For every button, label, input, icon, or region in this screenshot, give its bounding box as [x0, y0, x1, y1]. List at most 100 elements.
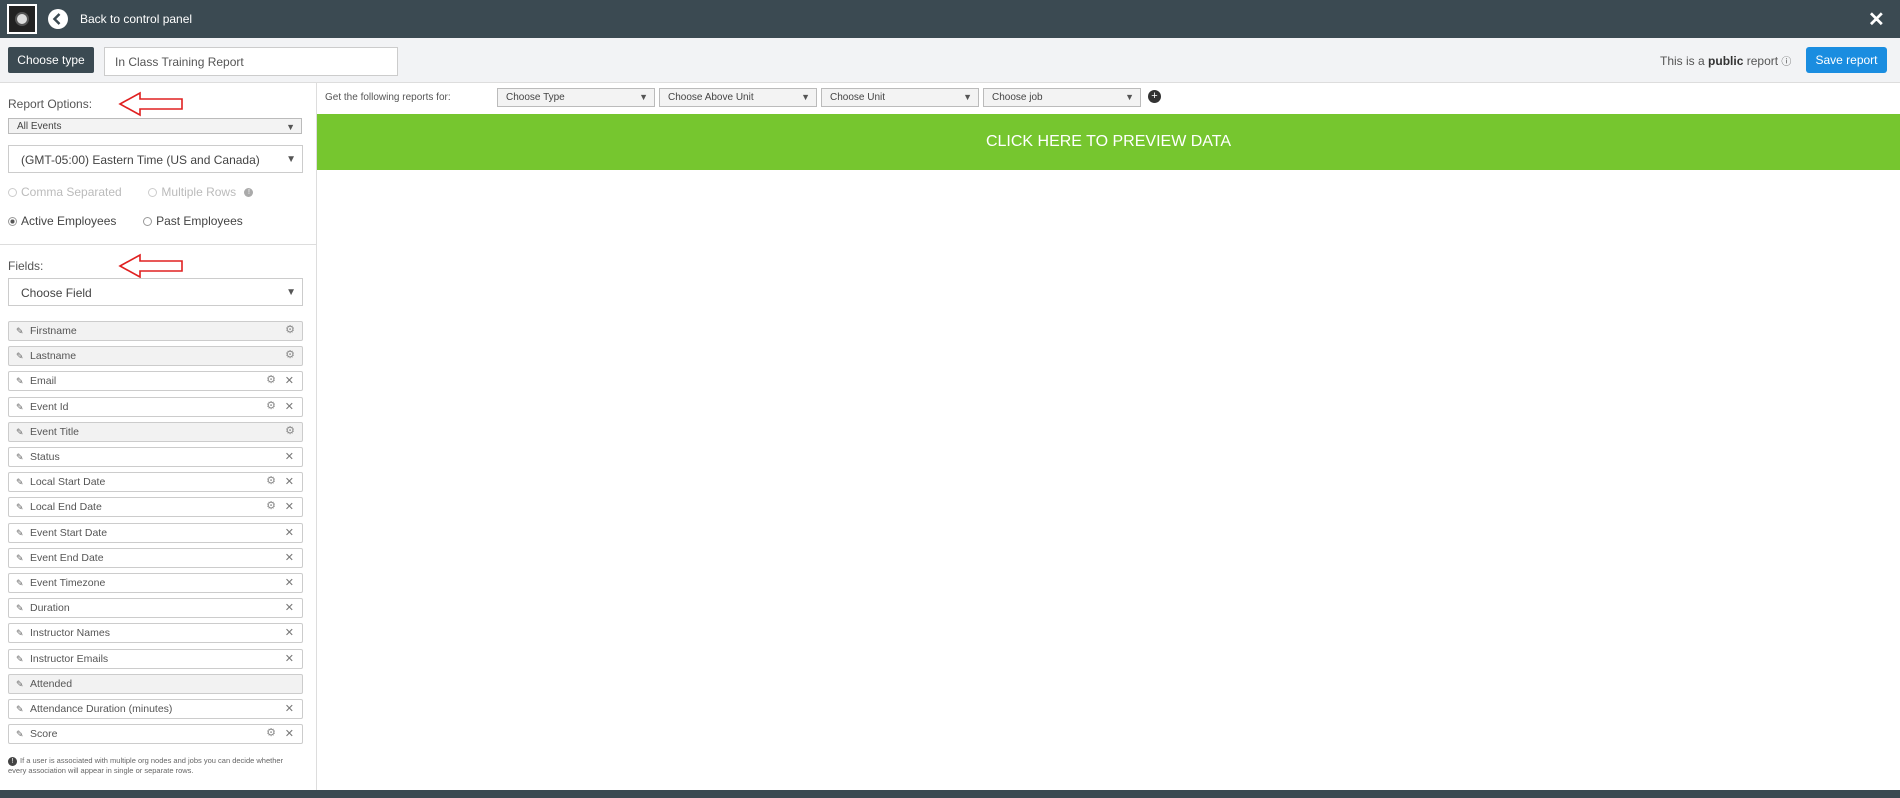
- app-logo[interactable]: [7, 4, 37, 34]
- chevron-down-icon: ▼: [639, 92, 648, 102]
- field-label: Email: [30, 375, 57, 388]
- chevron-down-icon: ▼: [286, 287, 296, 298]
- field-item[interactable]: ✎ Local End Date ⚙ ✕: [8, 497, 303, 518]
- save-report-button[interactable]: Save report: [1806, 47, 1887, 73]
- report-title-input[interactable]: [104, 47, 398, 76]
- edit-pencil-icon[interactable]: ✎: [16, 650, 24, 668]
- field-item[interactable]: ✎ Lastname ⚙: [8, 346, 303, 367]
- edit-pencil-icon[interactable]: ✎: [16, 524, 24, 542]
- field-label: Attendance Duration (minutes): [30, 703, 173, 715]
- edit-pencil-icon[interactable]: ✎: [16, 675, 24, 693]
- field-label: Instructor Emails: [30, 652, 109, 665]
- remove-field-icon[interactable]: ✕: [285, 650, 294, 668]
- top-bar: Back to control panel ✕: [0, 0, 1900, 38]
- chevron-down-icon: ▼: [963, 92, 972, 102]
- remove-field-icon[interactable]: ✕: [285, 574, 294, 592]
- remove-field-icon[interactable]: ✕: [285, 372, 294, 390]
- chevron-down-icon: ▼: [286, 154, 296, 165]
- past-employees-radio[interactable]: [143, 217, 153, 227]
- chevron-down-icon: ▼: [1125, 92, 1134, 102]
- field-label: Firstname: [30, 325, 77, 337]
- employee-options: Active Employees Past Employees: [8, 214, 243, 228]
- edit-pencil-icon[interactable]: ✎: [16, 347, 24, 365]
- remove-field-icon[interactable]: ✕: [285, 448, 294, 466]
- timezone-select[interactable]: (GMT-05:00) Eastern Time (US and Canada)…: [8, 145, 303, 173]
- edit-pencil-icon[interactable]: ✎: [16, 700, 24, 718]
- visibility-text: This is a public report ⓘ: [1660, 54, 1792, 68]
- events-select[interactable]: All Events ▼: [8, 118, 302, 134]
- remove-field-icon[interactable]: ✕: [285, 398, 294, 416]
- edit-pencil-icon[interactable]: ✎: [16, 372, 24, 390]
- remove-field-icon[interactable]: ✕: [285, 473, 294, 491]
- settings-gear-icon[interactable]: ⚙: [285, 346, 295, 364]
- remove-field-icon[interactable]: ✕: [285, 498, 294, 516]
- chevron-down-icon: ▼: [286, 122, 295, 132]
- add-filter-icon[interactable]: +: [1148, 90, 1161, 103]
- close-icon[interactable]: ✕: [1868, 7, 1885, 32]
- field-item[interactable]: ✎ Local Start Date ⚙ ✕: [8, 472, 303, 493]
- report-options-sidebar: Report Options: All Events ▼ (GMT-05:00) …: [0, 83, 317, 790]
- multiple-rows-note: ! If a user is associated with multiple o…: [8, 756, 284, 775]
- edit-pencil-icon[interactable]: ✎: [16, 448, 24, 466]
- choose-type-button[interactable]: Choose type: [8, 47, 94, 73]
- field-label: Duration: [30, 602, 70, 615]
- field-item[interactable]: ✎ Event Id ⚙ ✕: [8, 396, 303, 417]
- visibility-value[interactable]: public: [1708, 54, 1743, 68]
- edit-pencil-icon[interactable]: ✎: [16, 423, 24, 441]
- settings-gear-icon[interactable]: ⚙: [266, 724, 276, 742]
- settings-gear-icon[interactable]: ⚙: [285, 321, 295, 339]
- choose-job-filter[interactable]: Choose job ▼: [983, 88, 1141, 107]
- field-item[interactable]: ✎ Instructor Names ✕: [8, 623, 303, 644]
- field-label: Score: [30, 728, 58, 741]
- field-item[interactable]: ✎ Status ✕: [8, 447, 303, 467]
- remove-field-icon[interactable]: ✕: [285, 599, 294, 617]
- settings-gear-icon[interactable]: ⚙: [266, 497, 276, 515]
- choose-above-unit-filter[interactable]: Choose Above Unit ▼: [659, 88, 817, 107]
- back-to-control-panel-link[interactable]: Back to control panel: [80, 12, 192, 26]
- fields-label: Fields:: [8, 259, 44, 273]
- edit-pencil-icon[interactable]: ✎: [16, 599, 24, 617]
- field-label: Event Timezone: [30, 577, 106, 589]
- edit-pencil-icon[interactable]: ✎: [16, 549, 24, 567]
- remove-field-icon[interactable]: ✕: [285, 549, 294, 567]
- field-item[interactable]: ✎ Event End Date ✕: [8, 547, 303, 568]
- field-item[interactable]: ✎ Attendance Duration (minutes) ✕: [8, 699, 303, 719]
- info-icon: !: [244, 188, 254, 198]
- field-item[interactable]: ✎ Score ⚙ ✕: [8, 724, 303, 745]
- settings-gear-icon[interactable]: ⚙: [266, 371, 276, 389]
- remove-field-icon[interactable]: ✕: [285, 524, 294, 542]
- remove-field-icon[interactable]: ✕: [285, 700, 294, 718]
- settings-gear-icon[interactable]: ⚙: [285, 422, 295, 440]
- choose-type-filter[interactable]: Choose Type ▼: [497, 88, 655, 107]
- field-item[interactable]: ✎ Duration ✕: [8, 598, 303, 619]
- edit-pencil-icon[interactable]: ✎: [16, 725, 24, 743]
- edit-pencil-icon[interactable]: ✎: [16, 498, 24, 516]
- field-item[interactable]: ✎ Firstname ⚙: [8, 321, 303, 341]
- settings-gear-icon[interactable]: ⚙: [266, 472, 276, 490]
- field-item[interactable]: ✎ Instructor Emails ✕: [8, 648, 303, 669]
- field-item[interactable]: ✎ Attended: [8, 673, 303, 694]
- choose-field-select[interactable]: Choose Field ▼: [8, 278, 303, 306]
- field-label: Event Title: [30, 425, 80, 438]
- edit-pencil-icon[interactable]: ✎: [16, 473, 24, 491]
- edit-pencil-icon[interactable]: ✎: [16, 322, 24, 340]
- field-label: Status: [30, 451, 60, 463]
- remove-field-icon[interactable]: ✕: [285, 624, 294, 642]
- edit-pencil-icon[interactable]: ✎: [16, 398, 24, 416]
- field-label: Event End Date: [30, 551, 104, 564]
- field-item[interactable]: ✎ Event Timezone ✕: [8, 573, 303, 593]
- choose-unit-filter[interactable]: Choose Unit ▼: [821, 88, 979, 107]
- comma-separated-radio[interactable]: [8, 188, 17, 198]
- settings-gear-icon[interactable]: ⚙: [266, 397, 276, 415]
- preview-data-button[interactable]: CLICK HERE TO PREVIEW DATA: [317, 114, 1900, 170]
- multiple-rows-radio[interactable]: [148, 188, 158, 198]
- info-icon[interactable]: ⓘ: [1781, 57, 1791, 68]
- active-employees-radio[interactable]: [8, 217, 17, 227]
- field-item[interactable]: ✎ Email ⚙ ✕: [8, 371, 303, 392]
- edit-pencil-icon[interactable]: ✎: [16, 574, 24, 592]
- remove-field-icon[interactable]: ✕: [285, 725, 294, 743]
- field-item[interactable]: ✎ Event Start Date ✕: [8, 522, 303, 543]
- field-item[interactable]: ✎ Event Title ⚙: [8, 421, 303, 442]
- edit-pencil-icon[interactable]: ✎: [16, 624, 24, 642]
- back-arrow-icon[interactable]: [48, 9, 68, 29]
